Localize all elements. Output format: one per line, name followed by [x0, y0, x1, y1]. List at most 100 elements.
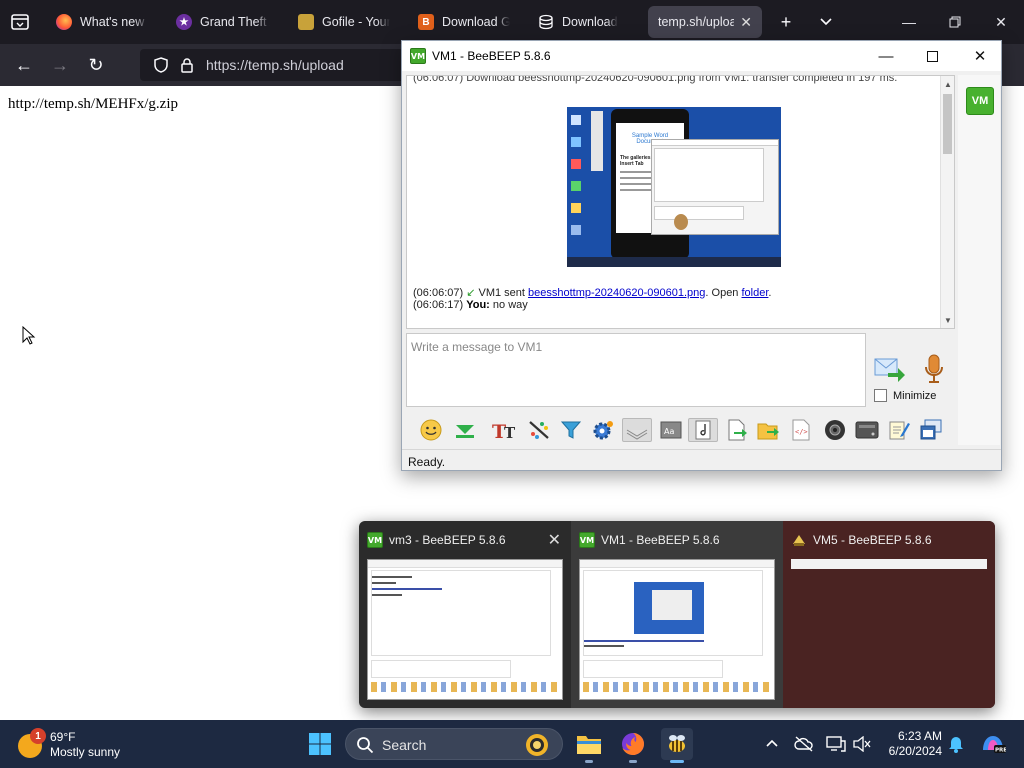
svg-text:Aa: Aa — [664, 427, 674, 436]
tab-title: What's new with — [80, 15, 148, 29]
reload-button[interactable]: ↻ — [83, 53, 109, 77]
svg-text:T: T — [504, 424, 516, 441]
code-button[interactable]: </> — [788, 418, 814, 442]
spell-check-button[interactable] — [622, 418, 652, 442]
reload-icon: ↻ — [88, 54, 104, 75]
detach-chat-button[interactable] — [918, 418, 944, 442]
new-tab-button[interactable]: + — [774, 10, 798, 34]
clock-date: 6/20/2024 — [888, 744, 942, 758]
start-button[interactable] — [308, 732, 332, 756]
thumbnail-vm1[interactable]: VM VM1 - BeeBEEP 5.8.6 — [571, 521, 783, 708]
chat-transcript[interactable]: (06:06:07) Download beesshottmp-20240620… — [406, 75, 955, 329]
taskbar-clock[interactable]: 6:23 AM 6/20/2024 — [880, 729, 942, 759]
back-button[interactable]: ← — [11, 53, 37, 77]
beebeep-app-icon: VM — [367, 532, 383, 548]
close-icon[interactable]: ✕ — [548, 530, 561, 550]
onedrive-tray-button[interactable] — [794, 734, 814, 754]
emoticon-button[interactable] — [418, 418, 444, 442]
cloud-off-icon — [794, 736, 813, 752]
thumbnail-vm3[interactable]: VM vm3 - BeeBEEP 5.8.6 ✕ — [359, 521, 571, 708]
close-icon: ✕ — [995, 13, 1007, 30]
tab-list-button[interactable] — [8, 10, 32, 34]
camera-icon — [825, 420, 845, 440]
network-tray-button[interactable] — [826, 734, 846, 754]
font-color-button[interactable] — [526, 418, 552, 442]
settings-button[interactable] — [590, 418, 616, 442]
volume-tray-button[interactable] — [852, 734, 872, 754]
show-hidden-icons-button[interactable] — [762, 734, 782, 754]
tab-title: Download — [562, 15, 618, 29]
browser-minimize-button[interactable]: — — [894, 8, 924, 36]
browser-close-button[interactable]: ✕ — [986, 8, 1016, 36]
windows-logo-icon — [309, 733, 331, 755]
minimize-checkbox[interactable]: Minimize — [874, 389, 936, 402]
buzz-button[interactable] — [452, 418, 478, 442]
close-tab-icon[interactable]: ✕ — [740, 14, 752, 31]
checkbox-box[interactable] — [874, 389, 887, 402]
message-input[interactable]: Write a message to VM1 — [406, 333, 866, 407]
thumbnail-preview — [791, 559, 987, 569]
vm-user-avatar[interactable]: VM — [966, 87, 994, 115]
text-box-icon: Aa — [660, 421, 682, 439]
firefox-icon — [622, 733, 644, 755]
browser-tab-grand-theft-auto[interactable]: ★ Grand Theft Auto — [166, 6, 280, 38]
send-button[interactable] — [874, 355, 906, 383]
chevron-up-icon — [766, 739, 778, 747]
gofile-icon — [298, 14, 314, 30]
scrollbar-thumb[interactable] — [943, 94, 952, 154]
send-folder-button[interactable] — [756, 418, 782, 442]
voice-message-button[interactable] — [922, 353, 946, 385]
browser-tab-whats-new[interactable]: What's new with — [46, 6, 158, 38]
save-chat-button[interactable] — [854, 418, 880, 442]
firefox-icon — [56, 14, 72, 30]
send-file-button[interactable] — [724, 418, 750, 442]
browser-tab-gofile[interactable]: Gofile - Your all — [288, 6, 400, 38]
taskbar-beebeep[interactable] — [661, 728, 693, 763]
chat-scrollbar[interactable]: ▲ ▼ — [940, 76, 954, 328]
browser-tab-temp-sh[interactable]: temp.sh/upload ✕ — [648, 6, 762, 38]
notifications-button[interactable] — [946, 734, 966, 754]
status-bar: Ready. — [402, 449, 1001, 471]
download-icon — [538, 14, 554, 30]
taskbar-search[interactable]: Search — [345, 728, 563, 760]
font-button[interactable]: TT — [492, 418, 518, 442]
beebeep-minimize-button[interactable]: — — [870, 44, 902, 68]
taskbar-firefox[interactable] — [617, 728, 649, 763]
chat-message-you: (06:06:17) You: no way — [413, 299, 528, 311]
thumbnail-vm5[interactable]: VM5 - BeeBEEP 5.8.6 — [783, 521, 995, 708]
svg-text:</>: </> — [795, 428, 808, 436]
copilot-button[interactable]: PRE — [980, 734, 1006, 754]
beebeep-close-button[interactable]: ✕ — [964, 44, 996, 68]
edit-chat-button[interactable] — [886, 418, 912, 442]
forward-button[interactable]: → — [47, 53, 73, 77]
enter-sends-button[interactable] — [688, 418, 718, 442]
sent-file-link[interactable]: beesshottmp-20240620-090601.png — [528, 287, 705, 299]
received-screenshot-image[interactable]: Sample Word Document The galleries on th… — [567, 107, 781, 267]
browser-tab-download-gta[interactable]: B Download GTA — [408, 6, 520, 38]
bell-icon — [949, 737, 963, 753]
tab-list-icon — [11, 14, 29, 30]
browser-restore-button[interactable] — [940, 8, 970, 36]
screenshot-button[interactable] — [822, 418, 848, 442]
monitor-network-icon — [826, 736, 846, 752]
word-completer-button[interactable]: Aa — [658, 418, 684, 442]
open-folder-link[interactable]: folder — [742, 287, 769, 299]
chat-message-file-sent: (06:06:07) ↙ VM1 sent beesshottmp-202406… — [413, 287, 772, 299]
thumbnail-preview — [367, 559, 563, 700]
thumbnail-preview — [579, 559, 775, 700]
taskbar-file-explorer[interactable] — [573, 728, 605, 763]
windows-stack-icon — [920, 419, 942, 440]
beebeep-bee-icon — [791, 532, 807, 548]
url-bar[interactable]: https://temp.sh/upload — [140, 49, 410, 81]
browser-tab-download[interactable]: Download — [528, 6, 640, 38]
filter-button[interactable] — [558, 418, 584, 442]
scroll-down-icon[interactable]: ▼ — [942, 314, 954, 326]
scroll-up-icon[interactable]: ▲ — [942, 78, 954, 90]
send-message-icon — [874, 358, 905, 382]
list-all-tabs-button[interactable] — [814, 10, 838, 34]
smiley-icon — [420, 419, 442, 441]
beebeep-maximize-button[interactable] — [916, 44, 948, 68]
document-stack-icon — [626, 429, 648, 440]
beebeep-window: VM VM1 - BeeBEEP 5.8.6 — ✕ (06:06:07) Do… — [401, 40, 1002, 471]
beebeep-window-title: VM1 - BeeBEEP 5.8.6 — [432, 49, 551, 63]
